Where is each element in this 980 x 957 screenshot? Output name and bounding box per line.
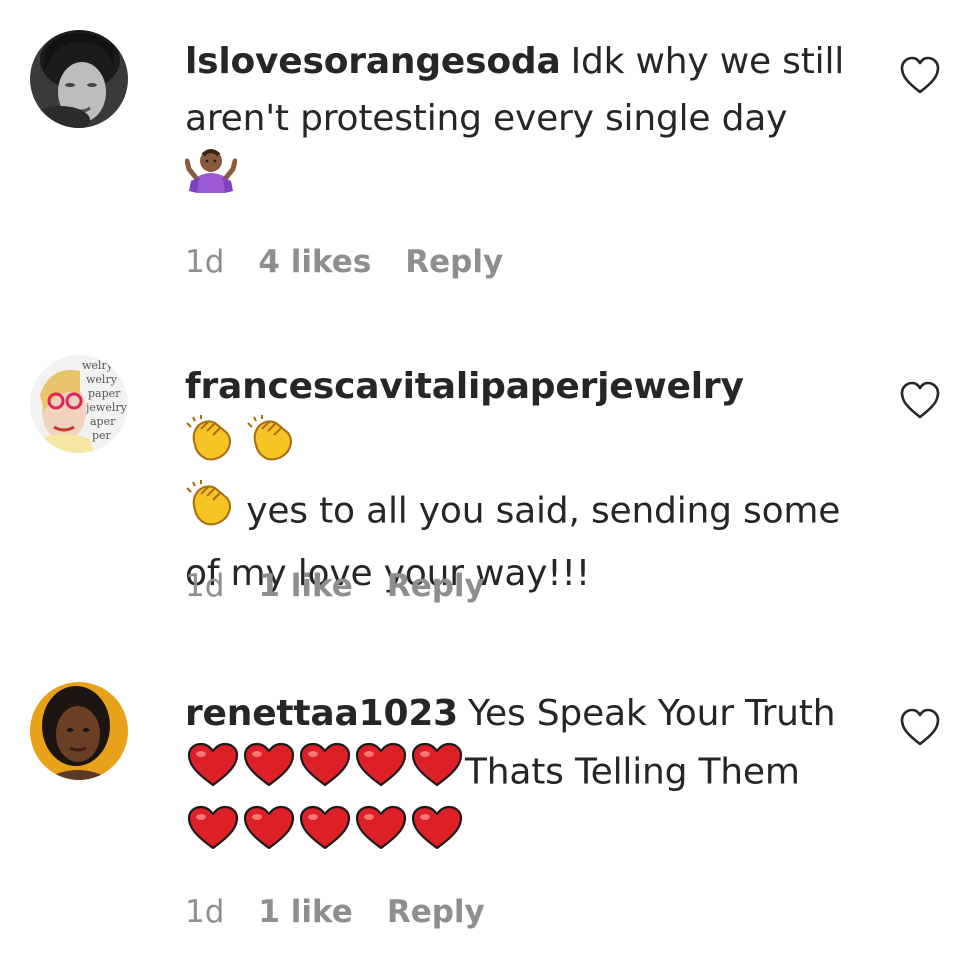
red-heart-emoji — [297, 742, 353, 805]
red-heart-emoji — [185, 805, 241, 868]
likes-count[interactable]: 1 like — [258, 894, 352, 930]
comment-body: francescavitalipaperjewelry yes to all y… — [185, 358, 855, 602]
red-heart-emoji-group — [185, 805, 465, 868]
red-heart-emoji — [241, 805, 297, 868]
svg-text:welry: welry — [82, 359, 114, 372]
svg-text:jewelry: jewelry — [84, 401, 128, 414]
clap-emoji — [185, 415, 235, 480]
likes-count[interactable]: 4 likes — [258, 244, 371, 280]
clap-emoji — [185, 480, 235, 545]
red-heart-emoji — [185, 742, 241, 805]
svg-text:per: per — [92, 429, 112, 442]
red-heart-emoji — [353, 805, 409, 868]
comment-meta: 1d 1 like Reply — [185, 894, 519, 930]
username[interactable]: francescavitalipaperjewelry — [185, 366, 744, 407]
comment-body: lslovesorangesoda Idk why we still aren't… — [184, 33, 855, 210]
likes-count[interactable]: 1 like — [258, 568, 352, 604]
svg-text:aper: aper — [90, 415, 116, 428]
comment-text: Yes Speak Your Truth — [468, 693, 836, 734]
username[interactable]: lslovesorangesoda — [185, 41, 561, 82]
avatar[interactable] — [30, 30, 128, 128]
comment-meta: 1d 1 like Reply — [185, 568, 519, 604]
timestamp[interactable]: 1d — [185, 568, 224, 604]
red-heart-emoji — [409, 742, 465, 805]
red-heart-emoji-group — [185, 742, 465, 805]
reply-button[interactable]: Reply — [405, 244, 503, 280]
comment-body: renettaa1023 Yes Speak Your Truth Thats T… — [185, 685, 855, 868]
svg-text:paper: paper — [88, 387, 121, 400]
avatar[interactable] — [30, 682, 128, 780]
red-heart-emoji — [297, 805, 353, 868]
shrug-emoji — [184, 147, 238, 210]
timestamp[interactable]: 1d — [185, 244, 224, 280]
clap-emoji-group — [185, 415, 296, 480]
avatar[interactable]: welry welry paper jewelry aper per — [30, 355, 128, 453]
like-heart-icon[interactable] — [899, 708, 941, 748]
svg-text:welry: welry — [86, 373, 118, 386]
comment-meta: 1d 4 likes Reply — [185, 244, 537, 280]
like-heart-icon[interactable] — [899, 381, 941, 421]
like-heart-icon[interactable] — [899, 56, 941, 96]
timestamp[interactable]: 1d — [185, 894, 224, 930]
red-heart-emoji — [409, 805, 465, 868]
comment-text: Thats Telling Them — [465, 751, 800, 793]
username[interactable]: renettaa1023 — [185, 693, 458, 734]
reply-button[interactable]: Reply — [387, 568, 485, 604]
red-heart-emoji — [241, 742, 297, 805]
red-heart-emoji — [353, 742, 409, 805]
reply-button[interactable]: Reply — [387, 894, 485, 930]
clap-emoji — [246, 415, 296, 480]
